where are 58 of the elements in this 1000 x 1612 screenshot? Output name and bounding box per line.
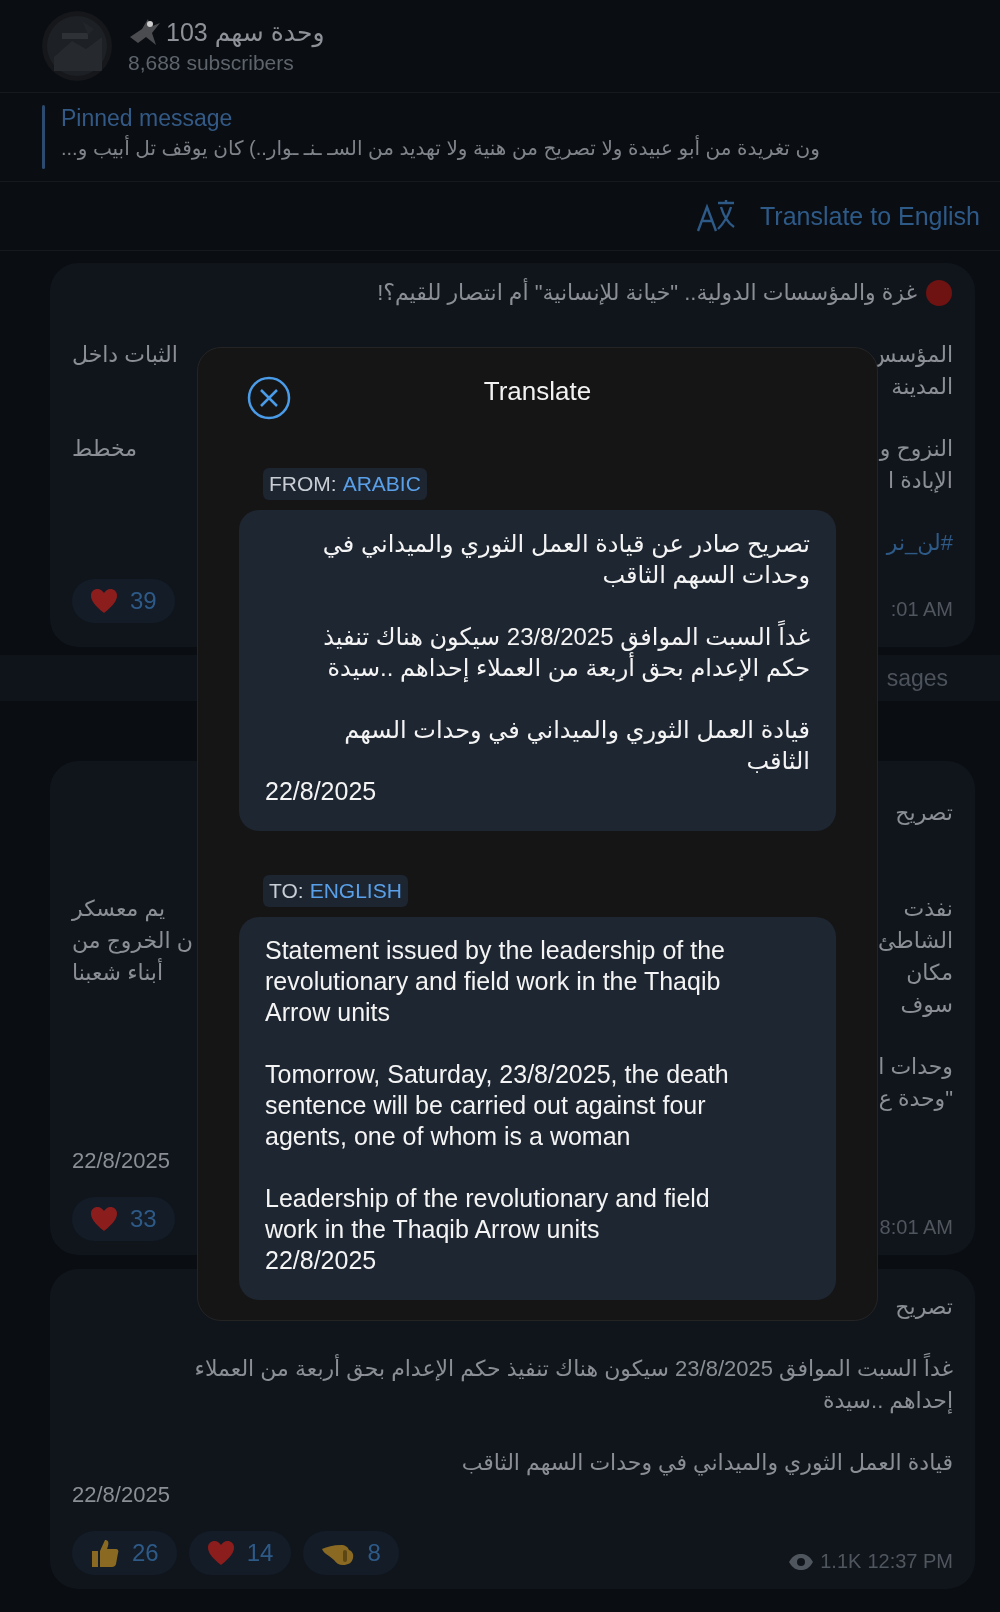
message-text: تصريح — [895, 800, 953, 826]
message-text: 22/8/2025 — [72, 1482, 170, 1508]
heart-icon — [90, 1206, 118, 1232]
language-label: TO: — [269, 879, 304, 903]
language-label: FROM: — [269, 472, 337, 496]
language-name: ARABIC — [342, 472, 421, 496]
message-text: نفذت — [903, 896, 953, 922]
paragraph-text: Leadership of the revolutionary and field work in the Thaqib Arrow units — [265, 1183, 711, 1245]
message-text: وحدات ا — [878, 1054, 953, 1080]
hashtag-link[interactable]: #لن_نر — [886, 530, 953, 556]
message-time: 12:37 PM — [867, 1550, 953, 1573]
message-text: مخطط — [72, 436, 137, 462]
message-text: الثبات داخل — [72, 342, 178, 368]
message-text: قيادة العمل الثوري والميداني في وحدات السهم الثاقب — [461, 1450, 953, 1476]
translate-icon[interactable] — [695, 199, 736, 233]
message-time: :01 AM — [890, 598, 953, 621]
message-text: سوف — [900, 992, 953, 1018]
message-text: المدينة — [891, 374, 953, 400]
message-text: 22/8/2025 — [72, 1148, 170, 1174]
message-text: مكان — [906, 960, 953, 986]
heart-icon — [90, 588, 118, 614]
reaction-button[interactable]: 8 — [303, 1531, 399, 1575]
message-text: إحداهم ..سيدة — [822, 1388, 953, 1414]
message-text: الإبادة ا — [887, 468, 953, 494]
view-count: 1.1K — [820, 1550, 862, 1573]
thumbs-up-icon — [90, 1538, 120, 1568]
message-text: أبناء شعبنا — [72, 960, 164, 986]
subscriber-count: 8,688 subscribers — [128, 51, 295, 75]
paragraph-text: Tomorrow, Saturday, 23/8/2025, the death sentence will be carried out against four agents, one of whom is a woman — [265, 1059, 730, 1152]
banner-text: sages — [886, 664, 948, 692]
reaction-button[interactable]: 14 — [188, 1531, 292, 1575]
message-time: 8:01 AM — [879, 1216, 953, 1239]
paragraph-text: قيادة العمل الثوري والميداني في وحدات السهم الثاقب — [343, 715, 810, 776]
paragraph-text: غداً السبت الموافق 23/8/2025 سيكون هناك تنفيذ حكم الإعدام بحق أربعة من العملاء إحداهم ..سيدة — [265, 621, 810, 683]
date-text: 22/8/2025 — [265, 776, 378, 807]
translate-link[interactable]: Translate to English — [759, 201, 980, 231]
bird-icon — [128, 17, 162, 47]
paragraph-text: Statement issued by the leadership of the revolutionary and field work in the Thaqib Arrow units — [265, 935, 726, 1028]
heart-icon — [206, 1540, 235, 1566]
message-text: يم معسكر — [72, 896, 166, 922]
reaction-button[interactable]: 26 — [72, 1531, 177, 1575]
channel-name: وحدة سهم 103 — [166, 17, 325, 47]
paragraph-text: تصريح صادر عن قيادة العمل الثوري والميداني في وحدات السهم الثاقب — [321, 529, 810, 590]
reaction-button[interactable]: 33 — [72, 1197, 175, 1241]
close-icon[interactable] — [247, 376, 291, 420]
dialog-title: Translate — [483, 375, 592, 407]
message-text: "وحدة ع — [878, 1086, 953, 1112]
message-text: تصريح — [895, 1294, 953, 1320]
date-text: 22/8/2025 — [265, 1245, 378, 1276]
pinned-text[interactable]: ون تغريدة من أبو عبيدة ولا تصريح من هنية ولا تهديد من السـ ـنـ ـوار..) كان يوقف تل أبيب و... — [61, 136, 820, 160]
message-text: النزوح و — [879, 436, 953, 462]
language-name: ENGLISH — [309, 879, 402, 903]
reaction-button[interactable]: 39 — [72, 579, 175, 623]
pinned-label[interactable]: Pinned message — [61, 105, 1000, 132]
message-text: الشاطئ — [878, 928, 953, 954]
message-text: غزة والمؤسسات الدولية.. "خيانة للإنسانية" أم انتصار للقيم؟! — [377, 280, 917, 306]
message-text: ن الخروج من — [72, 928, 193, 954]
eye-icon — [788, 1552, 815, 1571]
